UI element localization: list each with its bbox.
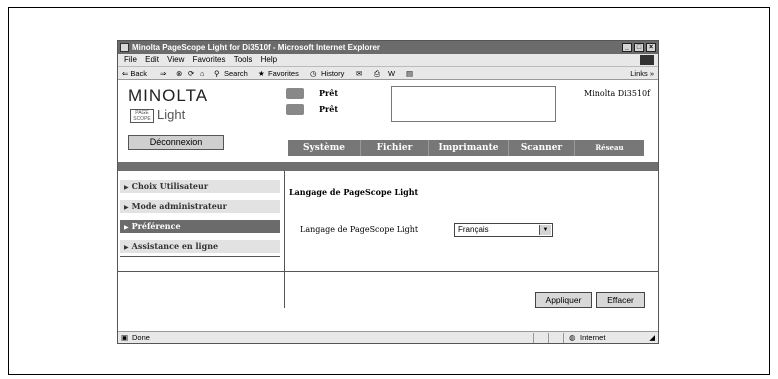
tab-fichier[interactable]: Fichier	[360, 140, 428, 156]
arrow-right-icon: ▶	[124, 244, 129, 251]
language-select-value: Français	[458, 225, 489, 234]
edit-icon[interactable]: ▤	[406, 67, 413, 81]
tab-reseau[interactable]: Réseau	[574, 140, 644, 156]
printer-icon	[286, 88, 304, 99]
menu-help[interactable]: Help	[261, 54, 277, 66]
history-button[interactable]: History	[321, 67, 344, 81]
sidebar-item-label: Mode administrateur	[131, 201, 227, 211]
menu-view[interactable]: View	[167, 54, 184, 66]
status-divider	[533, 333, 534, 343]
search-button[interactable]: Search	[224, 67, 248, 81]
scanner-status: Prêt	[319, 104, 339, 114]
minimize-button[interactable]: _	[622, 43, 632, 52]
page-content: MINOLTA PAGE SCOPE Light Prêt Prêt Minolt…	[118, 80, 658, 331]
back-button[interactable]: ⇐ Back	[122, 67, 147, 81]
apply-button[interactable]: Appliquer	[535, 292, 592, 308]
maximize-button[interactable]: □	[634, 43, 644, 52]
pagescope-product-name: Light	[157, 107, 186, 122]
browser-toolbar: ⇐ Back ⇒ ⊗ ⟳ ⌂ ⚲ Search ★ Favorites ◷ Hi…	[118, 66, 658, 80]
sidebar-item-assistance[interactable]: ▶ Assistance en ligne	[120, 240, 280, 253]
chevron-down-icon[interactable]: ▼	[539, 225, 551, 235]
pagescope-badge: PAGE SCOPE	[130, 108, 154, 123]
tab-systeme[interactable]: Système	[288, 140, 360, 156]
sidebar-underline	[120, 256, 280, 257]
nav-tabs: Système Fichier Imprimante Scanner Résea…	[288, 140, 644, 156]
links-button[interactable]: Links »	[630, 67, 654, 81]
close-button[interactable]: ×	[646, 43, 656, 52]
arrow-right-icon: ▶	[124, 184, 129, 191]
status-divider	[548, 333, 549, 343]
sidebar-item-mode-administrateur[interactable]: ▶ Mode administrateur	[120, 200, 280, 213]
menu-tools[interactable]: Tools	[234, 54, 253, 66]
browser-window: Minolta PageScope Light for Di3510f - Mi…	[117, 40, 659, 344]
ie-icon	[120, 43, 129, 52]
arrow-right-icon: ▶	[124, 224, 129, 231]
page-icon: ▣	[121, 333, 129, 342]
scanner-icon	[286, 104, 304, 115]
section-divider-bar	[118, 162, 658, 171]
vertical-divider	[284, 171, 285, 308]
favorites-button[interactable]: Favorites	[268, 67, 299, 81]
forward-button[interactable]: ⇒	[160, 67, 166, 81]
sidebar-item-label: Choix Utilisateur	[131, 181, 209, 191]
favorites-icon: ★	[258, 69, 265, 78]
sidebar-item-label: Assistance en ligne	[131, 241, 219, 251]
menu-edit[interactable]: Edit	[145, 54, 159, 66]
pagescope-logo: PAGE SCOPE Light	[130, 107, 185, 123]
stop-icon[interactable]: ⊗	[176, 67, 182, 81]
sidebar-item-choix-utilisateur[interactable]: ▶ Choix Utilisateur	[120, 180, 280, 193]
tab-imprimante[interactable]: Imprimante	[428, 140, 508, 156]
clear-button[interactable]: Effacer	[596, 292, 645, 308]
refresh-icon[interactable]: ⟳	[188, 67, 194, 81]
globe-icon: ◍	[569, 333, 576, 342]
menu-file[interactable]: File	[124, 54, 137, 66]
menu-favorites[interactable]: Favorites	[193, 54, 226, 66]
status-bar: ▣ Done ◍ Internet ◢	[118, 331, 658, 343]
printer-status: Prêt	[319, 88, 339, 98]
status-text: Done	[132, 333, 150, 342]
device-model: Minolta Di3510f	[584, 89, 651, 98]
word-icon[interactable]: W	[388, 67, 395, 81]
horizontal-divider	[118, 271, 658, 272]
language-label: Langage de PageScope Light	[300, 225, 419, 234]
status-divider	[563, 333, 564, 343]
search-icon: ⚲	[214, 69, 220, 78]
resize-grip-icon[interactable]: ◢	[649, 332, 655, 343]
windows-logo-icon	[640, 55, 654, 65]
sidebar-item-label: Préférence	[131, 221, 181, 231]
title-bar: Minolta PageScope Light for Di3510f - Mi…	[118, 41, 658, 54]
menu-bar: File Edit View Favorites Tools Help	[118, 54, 658, 66]
history-icon: ◷	[310, 69, 317, 78]
minolta-logo: MINOLTA	[128, 86, 209, 105]
language-select[interactable]: Français ▼	[454, 223, 553, 237]
home-icon[interactable]: ⌂	[200, 67, 205, 81]
print-icon[interactable]: ⎙	[374, 67, 380, 81]
logout-button[interactable]: Déconnexion	[128, 135, 224, 150]
sidebar-item-preference[interactable]: ▶ Préférence	[120, 220, 280, 233]
zone-label: Internet	[580, 333, 606, 342]
page-title: Langage de PageScope Light	[289, 187, 419, 197]
message-box	[391, 86, 556, 122]
tab-scanner[interactable]: Scanner	[508, 140, 574, 156]
window-title: Minolta PageScope Light for Di3510f - Mi…	[132, 43, 381, 52]
arrow-right-icon: ▶	[124, 204, 129, 211]
mail-icon[interactable]: ✉	[356, 67, 362, 81]
